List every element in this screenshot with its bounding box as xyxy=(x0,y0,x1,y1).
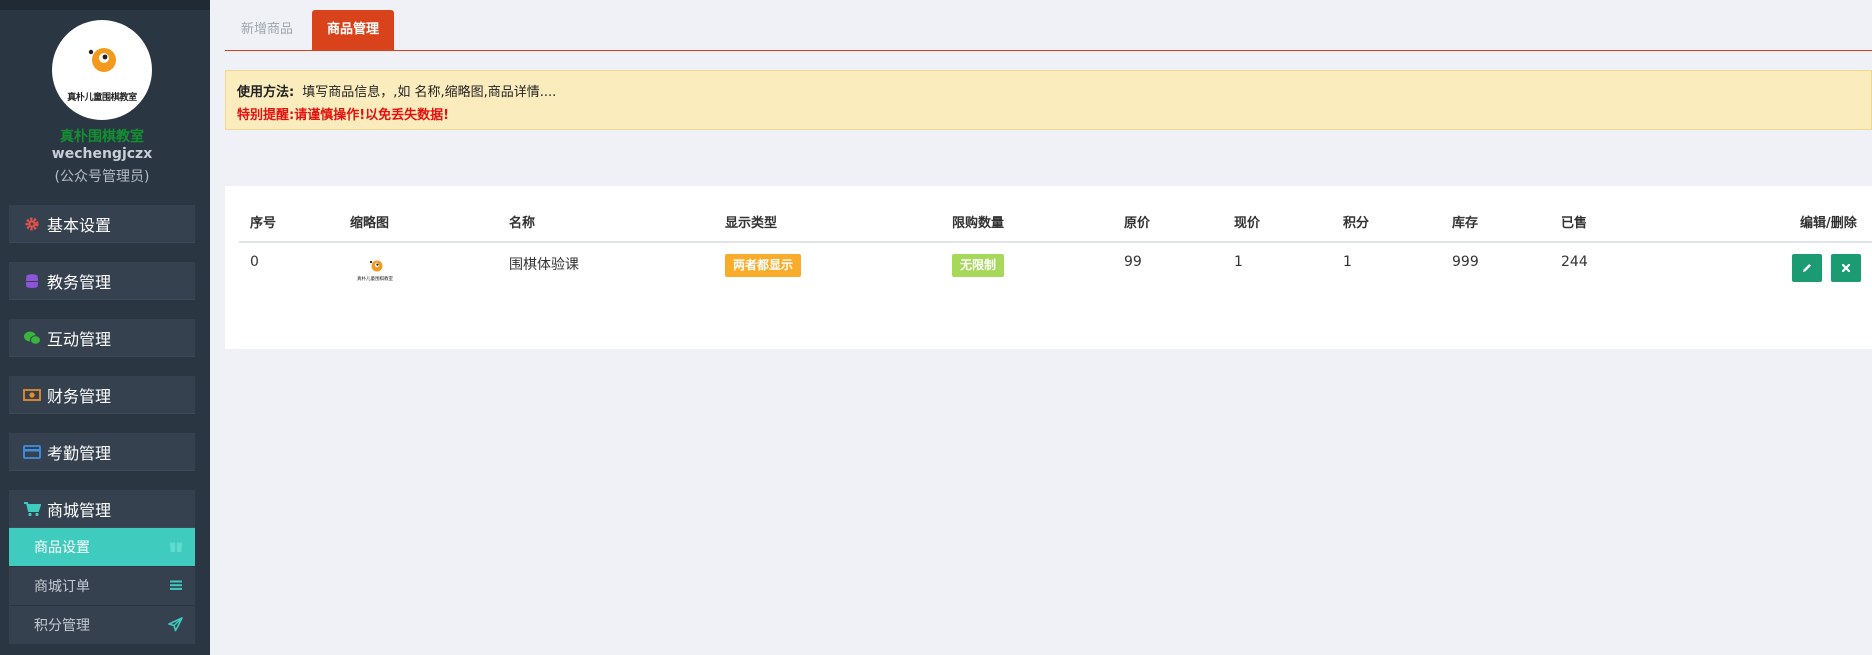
column-header-limit: 限购数量 xyxy=(952,216,1005,231)
tab-product-manage[interactable]: 商品管理 xyxy=(312,10,395,50)
sidebar-menu-label: 基本设置 xyxy=(47,215,112,235)
thumbnail-logo-icon: 真朴儿童围棋教室 xyxy=(357,260,393,282)
column-header-stock: 库存 xyxy=(1452,216,1479,231)
usage-notice: 使用方法: 填写商品信息，,如 名称,缩略图,商品详情.... 特别提醒:请谨慎操… xyxy=(225,70,1872,130)
gear-icon xyxy=(25,217,39,230)
user-name: wechengjczx xyxy=(51,146,153,162)
column-header-sold: 已售 xyxy=(1561,216,1588,231)
sidebar-menu-academic[interactable]: 教务管理 xyxy=(9,262,195,300)
logo: 真朴儿童围棋教室 xyxy=(52,20,152,120)
sidebar-item-product-settings[interactable]: 商品设置 xyxy=(9,528,195,566)
notice-warning: 特别提醒:请谨慎操作!以免丢失数据! xyxy=(237,108,450,123)
sidebar: 真朴儿童围棋教室 真朴围棋教室 wechengjczx (公众号管理员) 基本设… xyxy=(0,0,210,655)
notice-text: 填写商品信息，,如 名称,缩略图,商品详情.... xyxy=(302,85,557,100)
product-thumbnail: 真朴儿童围棋教室 xyxy=(353,258,397,288)
tab-new-product[interactable]: 新增商品 xyxy=(226,10,308,50)
limit-badge: 无限制 xyxy=(952,254,1005,277)
delete-button[interactable] xyxy=(1831,254,1861,282)
thumbnail-text: 真朴儿童围棋教室 xyxy=(357,275,393,282)
user-role: (公众号管理员) xyxy=(54,169,150,185)
column-header-original-price: 原价 xyxy=(1124,216,1151,231)
sidebar-menu-label: 商城管理 xyxy=(47,500,112,520)
smile-logo-icon xyxy=(88,48,116,72)
sidebar-menu-mall[interactable]: 商城管理 xyxy=(9,490,195,528)
gift-icon xyxy=(170,542,182,552)
cell-points: 1 xyxy=(1343,254,1352,270)
cell-stock: 999 xyxy=(1452,254,1479,270)
wechat-icon xyxy=(24,331,41,345)
money-icon xyxy=(23,388,41,401)
cell-index: 0 xyxy=(250,254,259,270)
sidebar-menu-label: 互动管理 xyxy=(47,329,112,349)
sidebar-menu-label: 财务管理 xyxy=(47,386,112,406)
column-header-index: 序号 xyxy=(250,216,277,231)
sidebar-item-mall-orders[interactable]: 商城订单 xyxy=(9,567,195,605)
table-header-divider xyxy=(239,241,1872,243)
column-header-current-price: 现价 xyxy=(1234,216,1261,231)
column-header-actions: 编辑/删除 xyxy=(1800,216,1857,231)
logo-text: 真朴儿童围棋教室 xyxy=(67,93,137,103)
column-header-points: 积分 xyxy=(1343,216,1370,231)
credit-card-icon xyxy=(23,444,41,459)
product-table: 序号 缩略图 名称 显示类型 限购数量 原价 现价 积分 库存 已售 编辑/删除… xyxy=(225,186,1872,349)
close-icon xyxy=(1841,263,1851,273)
cell-name: 围棋体验课 xyxy=(509,257,579,273)
column-header-name: 名称 xyxy=(509,216,536,231)
sidebar-menu-label: 考勤管理 xyxy=(47,443,112,463)
sidebar-menu-interaction[interactable]: 互动管理 xyxy=(9,319,195,357)
org-name: 真朴围棋教室 xyxy=(60,129,144,145)
paper-plane-icon xyxy=(168,617,183,632)
sidebar-item-label: 积分管理 xyxy=(34,618,90,634)
display-type-badge: 两者都显示 xyxy=(725,254,802,277)
sidebar-menu-label: 教务管理 xyxy=(47,272,112,292)
tab-divider xyxy=(225,50,1872,51)
sidebar-menu-finance[interactable]: 财务管理 xyxy=(9,376,195,414)
column-header-display-type: 显示类型 xyxy=(725,216,778,231)
pencil-icon xyxy=(1803,264,1811,272)
notice-label: 使用方法: xyxy=(237,85,295,100)
database-icon xyxy=(26,273,38,288)
list-icon xyxy=(170,580,182,590)
sidebar-item-points[interactable]: 积分管理 xyxy=(9,606,195,644)
cell-original-price: 99 xyxy=(1124,254,1142,270)
column-header-thumbnail: 缩略图 xyxy=(350,216,390,231)
sidebar-menu-attendance[interactable]: 考勤管理 xyxy=(9,433,195,471)
sidebar-item-label: 商品设置 xyxy=(34,540,90,556)
edit-button[interactable] xyxy=(1792,254,1822,282)
cell-current-price: 1 xyxy=(1234,254,1243,270)
sidebar-menu-basic-settings[interactable]: 基本设置 xyxy=(9,205,195,243)
cell-sold: 244 xyxy=(1561,254,1588,270)
sidebar-item-label: 商城订单 xyxy=(34,579,90,595)
cart-icon xyxy=(24,501,41,516)
